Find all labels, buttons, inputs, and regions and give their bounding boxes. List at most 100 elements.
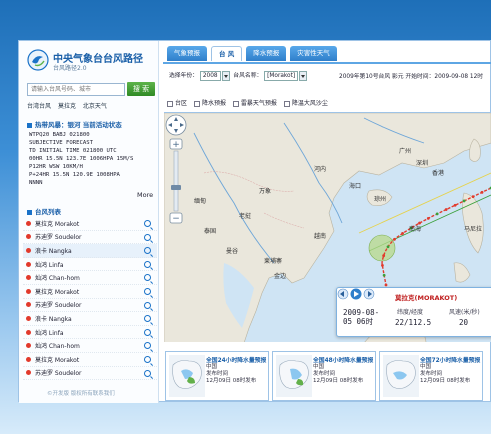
- track-point[interactable]: [382, 273, 386, 277]
- thumbnail-title: 全国72小时降水量预报: [420, 358, 481, 364]
- tab-weather-forecast[interactable]: 气象预报: [167, 46, 207, 61]
- checkbox-cooling[interactable]: 降温大风沙尘: [283, 100, 328, 107]
- quick-links: 台湾台风 莫拉克 北京天气: [27, 101, 112, 110]
- tab-typhoon[interactable]: 台 风: [211, 46, 243, 61]
- typhoon-dot-icon: [26, 370, 31, 376]
- track-point[interactable]: [384, 283, 388, 287]
- track-point[interactable]: [471, 195, 475, 199]
- search-icon[interactable]: [144, 260, 151, 268]
- track-point[interactable]: [381, 264, 384, 267]
- map-label-bangkok: 曼谷: [226, 247, 238, 255]
- map-label-shenzhen: 深圳: [416, 159, 428, 167]
- track-point[interactable]: [393, 237, 396, 241]
- checkbox-typhoon-zone[interactable]: 台区: [167, 100, 187, 107]
- more-link[interactable]: More: [137, 191, 153, 199]
- tab-disaster-weather[interactable]: 灾害性天气: [290, 46, 337, 61]
- zoom-slider-track[interactable]: [173, 150, 179, 212]
- track-point[interactable]: [480, 190, 484, 194]
- typhoon-list-item[interactable]: 苏迪罗 Soudelor: [23, 299, 157, 313]
- map-label-south-sea: 南海: [409, 225, 421, 233]
- checkbox-icon[interactable]: [167, 100, 173, 107]
- typhoon-list-item[interactable]: 莫拉克 Morakot: [23, 353, 157, 367]
- track-point[interactable]: [426, 216, 430, 220]
- typhoon-info-popup: 莫拉克(MORAKOT) 2009-08- 05 06时 纬度/经度 风速(米/…: [336, 287, 491, 337]
- typhoon-name-select[interactable]: [Morakot]: [264, 70, 299, 81]
- typhoon-list-title: 台风列表: [27, 206, 61, 216]
- typhoon-list-item[interactable]: 灿鸿 Chan-hom: [23, 271, 157, 285]
- track-point[interactable]: [386, 245, 390, 249]
- year-select[interactable]: 2008: [199, 70, 221, 81]
- typhoon-list-item[interactable]: 浪卡 Nangka: [23, 244, 157, 258]
- search-button[interactable]: 搜 索: [127, 82, 155, 96]
- typhoon-list-item[interactable]: 灿鸿 Linfa: [23, 326, 157, 340]
- track-point[interactable]: [444, 208, 448, 211]
- search-icon[interactable]: [144, 301, 151, 309]
- checkbox-precip[interactable]: 降水预报: [193, 100, 226, 107]
- map-label-haikou: 海口: [349, 182, 361, 190]
- typhoon-dot-icon: [26, 356, 31, 362]
- checkbox-icon[interactable]: [283, 100, 290, 107]
- typhoon-list-item[interactable]: 莫拉克 Morakot: [23, 285, 157, 299]
- search-input[interactable]: [27, 83, 125, 96]
- thumbnail-card[interactable]: 全国48小时降水量预报 中国 发布时间 12月09日 08时发布: [272, 351, 376, 401]
- search-icon[interactable]: [144, 233, 151, 241]
- typhoon-list-item[interactable]: 莫拉克 Morakot: [23, 217, 157, 231]
- track-point[interactable]: [418, 221, 421, 225]
- china-map-icon: [383, 355, 419, 397]
- track-point[interactable]: [462, 199, 466, 203]
- quick-link-1[interactable]: 台湾台风: [27, 103, 51, 110]
- search-icon[interactable]: [144, 369, 151, 377]
- typhoon-name: 莫拉克 Morakot: [35, 288, 80, 296]
- typhoon-list-item[interactable]: 灿鸿 Chan-hom: [23, 339, 157, 353]
- quick-link-3[interactable]: 北京天气: [83, 103, 107, 110]
- track-point[interactable]: [382, 254, 386, 258]
- thumbnail-title: 全国48小时降水量预报: [313, 358, 374, 364]
- search-icon[interactable]: [144, 220, 151, 227]
- typhoon-list-item[interactable]: 浪卡 Nangka: [23, 312, 157, 326]
- search-icon[interactable]: [144, 274, 151, 282]
- name-label: 台风名称：: [233, 73, 263, 79]
- quick-link-2[interactable]: 莫拉克: [58, 103, 76, 110]
- search-icon[interactable]: [144, 328, 151, 336]
- typhoon-map[interactable]: 广州 深圳 香港 海口 琼州 河内 万象 曼谷 金边 南海 马尼拉 缅甸 老挝 …: [164, 112, 491, 342]
- map-label-vietnam: 越南: [314, 232, 326, 240]
- map-label-cambodia: 柬埔寨: [264, 257, 282, 265]
- track-point[interactable]: [401, 232, 404, 235]
- typhoon-dot-icon: [26, 302, 31, 308]
- typhoon-name: 苏迪罗 Soudelor: [35, 302, 82, 310]
- popup-time: 2009-08- 05 06时: [343, 308, 380, 326]
- thumbnail-card[interactable]: 全国24小时降水量预报 中国 发布时间 12月09日 08时发布: [165, 351, 269, 401]
- typhoon-dot-icon: [26, 234, 31, 240]
- forecast-thumbnails: 全国24小时降水量预报 中国 发布时间 12月09日 08时发布 全国48小时降…: [165, 351, 491, 401]
- typhoon-list-item[interactable]: 灿鸿 Linfa: [23, 258, 157, 272]
- typhoon-dot-icon: [26, 275, 31, 281]
- track-point[interactable]: [435, 212, 439, 216]
- playback-controls[interactable]: [337, 288, 387, 300]
- typhoon-name: 灿鸿 Chan-hom: [35, 343, 80, 351]
- chevron-down-icon[interactable]: [299, 70, 308, 81]
- checkbox-icon[interactable]: [193, 100, 200, 107]
- typhoon-name: 灿鸿 Linfa: [35, 261, 64, 269]
- popup-coord-value: 22/112.5: [395, 318, 432, 327]
- typhoon-title-info: 2009年第10号台风 影元 开始时间：2009-09-08 12时: [339, 74, 484, 80]
- typhoon-name: 苏迪罗 Soudelor: [35, 234, 82, 242]
- search-icon[interactable]: [144, 287, 151, 295]
- forecast-section-title: 热带风暴：银河 当前活动状态: [27, 119, 122, 129]
- search-icon[interactable]: [144, 315, 151, 323]
- typhoon-list-item[interactable]: 苏迪罗 Soudelor: [23, 231, 157, 245]
- copyright: ©开发版 版权所有联系我们: [47, 391, 115, 397]
- search-icon[interactable]: [144, 355, 151, 363]
- search-icon[interactable]: [144, 247, 151, 255]
- typhoon-list-item[interactable]: 苏迪罗 Soudelor: [23, 367, 157, 381]
- zoom-slider-handle[interactable]: [171, 185, 181, 190]
- typhoon-list: 莫拉克 Morakot 苏迪罗 Soudelor 浪卡 Nangka 灿鸿 Linfa…: [23, 217, 157, 381]
- chevron-down-icon[interactable]: [221, 70, 230, 81]
- tab-precipitation[interactable]: 降水预报: [246, 46, 287, 61]
- typhoon-dot-icon: [26, 329, 31, 335]
- checkbox-icon[interactable]: [232, 100, 239, 107]
- map-zoom-control[interactable]: + −: [164, 113, 188, 233]
- thumbnail-card[interactable]: 全国72小时降水量预报 中国 发布时间 12月09日 08时发布: [379, 351, 483, 401]
- track-point[interactable]: [453, 203, 457, 207]
- search-icon[interactable]: [144, 342, 151, 350]
- checkbox-thunder[interactable]: 雷暴天气预报: [232, 100, 277, 107]
